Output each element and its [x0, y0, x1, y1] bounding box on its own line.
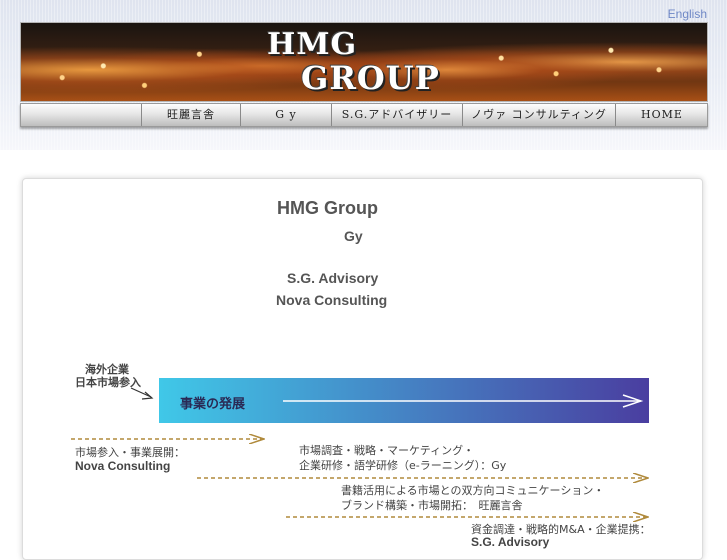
main-nav: 旺麗言舎 G y S.G.アドバイザリー ノヴァ コンサルティング HOME — [20, 103, 708, 127]
bar-label: 事業の発展 — [180, 397, 246, 412]
content-card: HMG Group Gy S.G. Advisory Nova Consulti… — [22, 178, 703, 560]
banner-title-hmg: HMG — [267, 27, 358, 62]
nav-item-home[interactable]: HOME — [615, 104, 708, 126]
english-language-link[interactable]: English — [668, 7, 707, 21]
banner-title-group: GROUP — [301, 59, 440, 97]
nav-item-gy[interactable]: G y — [240, 104, 331, 126]
entry-label-line2: 日本市場参入 — [75, 376, 141, 389]
nav-item-sg-advisory[interactable]: S.G.アドバイザリー — [331, 104, 462, 126]
stage-nova-desc: 市場参入・事業展開： — [75, 446, 185, 459]
stage-ourei-desc-line2: ブランド構築・市場開拓： 旺麗言舎 — [341, 499, 523, 512]
stage-nova-company: Nova Consulting — [75, 459, 171, 473]
stage-sg-company: S.G. Advisory — [471, 535, 550, 549]
stage-ourei-desc-line1: 書籍活用による市場との双方向コミュニケーション・ — [341, 484, 605, 497]
nav-item-ourei-gensha[interactable]: 旺麗言舎 — [141, 104, 240, 126]
stage-gy-desc-line1: 市場調査・戦略・マーケティング・ — [299, 444, 475, 457]
stage-gy-desc-line2: 企業研修・語学研修（e-ラーニング）：Gy — [299, 459, 507, 472]
header-banner: HMG GROUP — [20, 22, 708, 102]
nav-item-nova-consulting[interactable]: ノヴァ コンサルティング — [462, 104, 615, 126]
